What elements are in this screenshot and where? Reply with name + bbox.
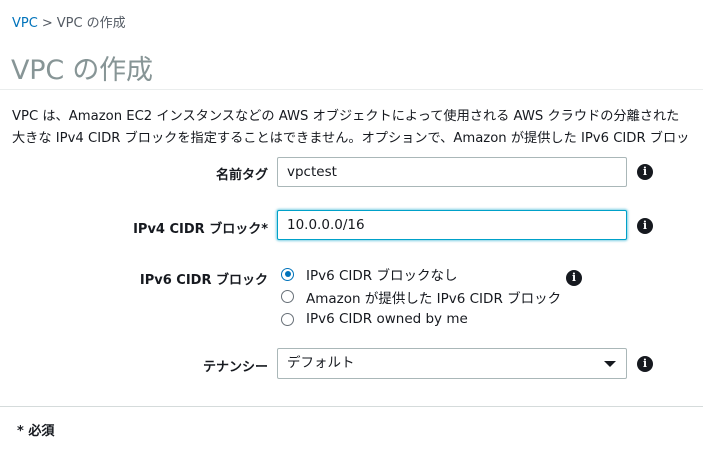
radio-button[interactable]	[281, 267, 294, 281]
tenancy-select[interactable]: デフォルト	[277, 348, 627, 379]
breadcrumb-current: VPC の作成	[56, 16, 126, 31]
footer-divider	[0, 406, 703, 407]
ipv6-cidr-label: IPv6 CIDR ブロック	[139, 273, 268, 288]
radio-label: IPv6 CIDR ブロックなし	[306, 268, 458, 285]
breadcrumb-vpc-link[interactable]: VPC	[12, 16, 38, 31]
ipv6-cidr-radio-group: IPv6 CIDR ブロックなし Amazon が提供した IPv6 CIDR …	[281, 263, 561, 331]
radio-label: Amazon が提供した IPv6 CIDR ブロック	[306, 290, 562, 307]
ipv4-cidr-input[interactable]	[277, 210, 627, 240]
header-divider	[0, 89, 703, 90]
info-icon[interactable]: i	[566, 270, 582, 286]
chevron-down-icon	[604, 361, 616, 367]
info-icon[interactable]: i	[637, 356, 653, 372]
ipv6-option-owned[interactable]: IPv6 CIDR owned by me	[281, 308, 561, 331]
info-icon[interactable]: i	[637, 164, 653, 180]
required-note: * 必須	[17, 424, 55, 439]
description-line-1: VPC は、Amazon EC2 インスタンスなどの AWS オブジェクトによっ…	[12, 109, 680, 124]
radio-label: IPv6 CIDR owned by me	[306, 311, 468, 328]
page-title: VPC の作成	[11, 55, 153, 86]
tenancy-selected-value: デフォルト	[287, 355, 355, 371]
breadcrumb: VPC > VPC の作成	[12, 12, 126, 31]
ipv6-option-none[interactable]: IPv6 CIDR ブロックなし	[281, 263, 561, 286]
radio-button[interactable]	[281, 290, 294, 304]
ipv6-option-amazon[interactable]: Amazon が提供した IPv6 CIDR ブロック	[281, 286, 561, 309]
description-line-2: 大きな IPv4 CIDR ブロックを指定することはできません。オプションで、A…	[12, 131, 690, 146]
info-icon[interactable]: i	[637, 218, 653, 234]
tenancy-label: テナンシー	[202, 360, 268, 375]
breadcrumb-separator: >	[41, 16, 53, 31]
name-tag-input[interactable]	[277, 157, 627, 187]
radio-button[interactable]	[281, 312, 294, 326]
page-description: VPC は、Amazon EC2 インスタンスなどの AWS オブジェクトによっ…	[12, 106, 703, 150]
name-tag-label: 名前タグ	[215, 168, 268, 183]
ipv4-cidr-label: IPv4 CIDR ブロック*	[133, 222, 268, 237]
